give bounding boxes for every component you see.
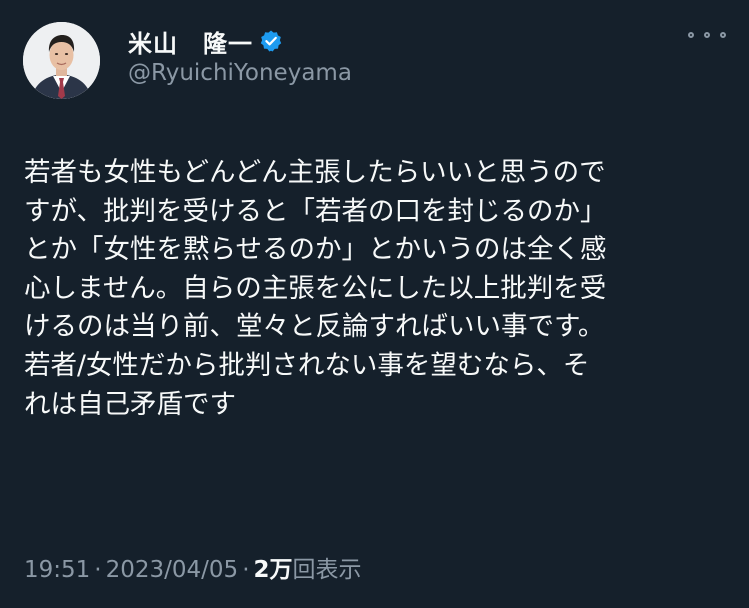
more-horizontal-icon[interactable]: [688, 23, 726, 47]
tweet-text-line: とか「女性を黙らせるのか」とかいうのは全く感: [24, 234, 607, 266]
tweet-text-line: れは自己矛盾です: [24, 388, 236, 420]
views-label: 回表示: [292, 557, 362, 583]
verified-badge-icon: [259, 29, 283, 53]
tweet-text: 若者も女性もどんどん主張したらいいと思うので すが、批判を受けると「若者の口を封…: [24, 154, 729, 424]
author-display-name[interactable]: 米山 隆一: [128, 24, 253, 59]
views-count: 2万: [253, 557, 293, 583]
author-handle[interactable]: @RyuichiYoneyama: [128, 60, 352, 86]
avatar[interactable]: [23, 22, 100, 99]
tweet-text-line: 心しません。自らの主張を公にした以上批判を受: [24, 272, 607, 304]
tweet-meta: 19:51 · 2023/04/05 · 2万回表示: [24, 550, 362, 584]
tweet-date[interactable]: 2023/04/05: [106, 557, 239, 583]
meta-separator: ·: [242, 557, 250, 583]
tweet-time[interactable]: 19:51: [24, 557, 90, 583]
tweet-text-line: すが、批判を受けると「若者の口を封じるのか」: [24, 195, 607, 227]
tweet-text-line: けるのは当り前、堂々と反論すればいい事です。: [24, 311, 605, 343]
tweet-text-line: 若者も女性もどんどん主張したらいいと思うので: [24, 157, 606, 188]
tweet-card: 米山 隆一 @RyuichiYoneyama 若者も女性もどんどん主張したらいい…: [0, 0, 749, 608]
tweet-text-line: 若者/女性だから批判されない事を望むなら、そ: [24, 349, 590, 381]
author-name-row: 米山 隆一: [128, 24, 283, 58]
meta-separator: ·: [94, 557, 102, 583]
